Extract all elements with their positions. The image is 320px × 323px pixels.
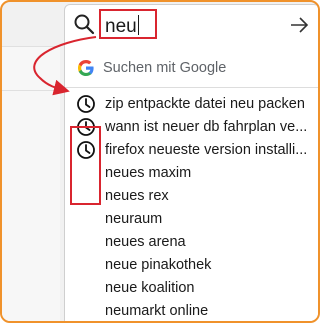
suggestion-item[interactable]: neuraum: [65, 208, 318, 230]
search-query-text: neu: [105, 16, 137, 37]
go-arrow-icon[interactable]: [289, 15, 309, 35]
suggestion-label: neues arena: [105, 234, 186, 250]
suggestion-item[interactable]: neumarkt online: [65, 300, 318, 321]
search-input[interactable]: neu: [105, 15, 139, 38]
text-caret: [137, 15, 139, 35]
address-bar[interactable]: neu: [64, 4, 318, 46]
suggestion-item[interactable]: neue pinakothek: [65, 254, 318, 276]
history-item-label: zip entpackte datei neu packen: [105, 96, 305, 112]
background-page: [2, 46, 60, 321]
google-g-icon: [78, 60, 94, 76]
history-item-label: firefox neueste version installi...: [105, 142, 308, 158]
query-highlight-box: neu: [99, 9, 157, 39]
background-divider: [2, 90, 60, 91]
history-item-label: wann ist neuer db fahrplan ve...: [105, 119, 308, 135]
history-item[interactable]: firefox neueste version installi...: [65, 139, 318, 161]
history-clock-icon: [77, 95, 95, 113]
suggestion-item[interactable]: neues arena: [65, 231, 318, 253]
suggestion-dropdown: Suchen mit Google zip entpackte datei ne…: [64, 45, 318, 321]
suggestion-item[interactable]: neues rex: [65, 185, 318, 207]
suggestion-label: neues maxim: [105, 165, 192, 181]
history-icons-highlight-box: [70, 126, 101, 205]
screenshot-frame: neu Suchen mit Google zip entpackte date…: [0, 0, 320, 323]
suggestion-label: neumarkt online: [105, 303, 209, 319]
suggestion-label: neue pinakothek: [105, 257, 212, 273]
suggestion-label: neues rex: [105, 188, 169, 204]
suggestion-item[interactable]: neues maxim: [65, 162, 318, 184]
search-with-google-row[interactable]: Suchen mit Google: [65, 55, 318, 83]
suggestion-label: neue koalition: [105, 280, 195, 296]
search-with-google-label: Suchen mit Google: [103, 60, 227, 76]
suggestion-item[interactable]: neue koalition: [65, 277, 318, 299]
suggestion-label: neuraum: [105, 211, 163, 227]
dropdown-separator: [65, 87, 318, 88]
history-item[interactable]: zip entpackte datei neu packen: [65, 93, 318, 115]
history-item[interactable]: wann ist neuer db fahrplan ve...: [65, 116, 318, 138]
search-icon: [74, 14, 95, 35]
